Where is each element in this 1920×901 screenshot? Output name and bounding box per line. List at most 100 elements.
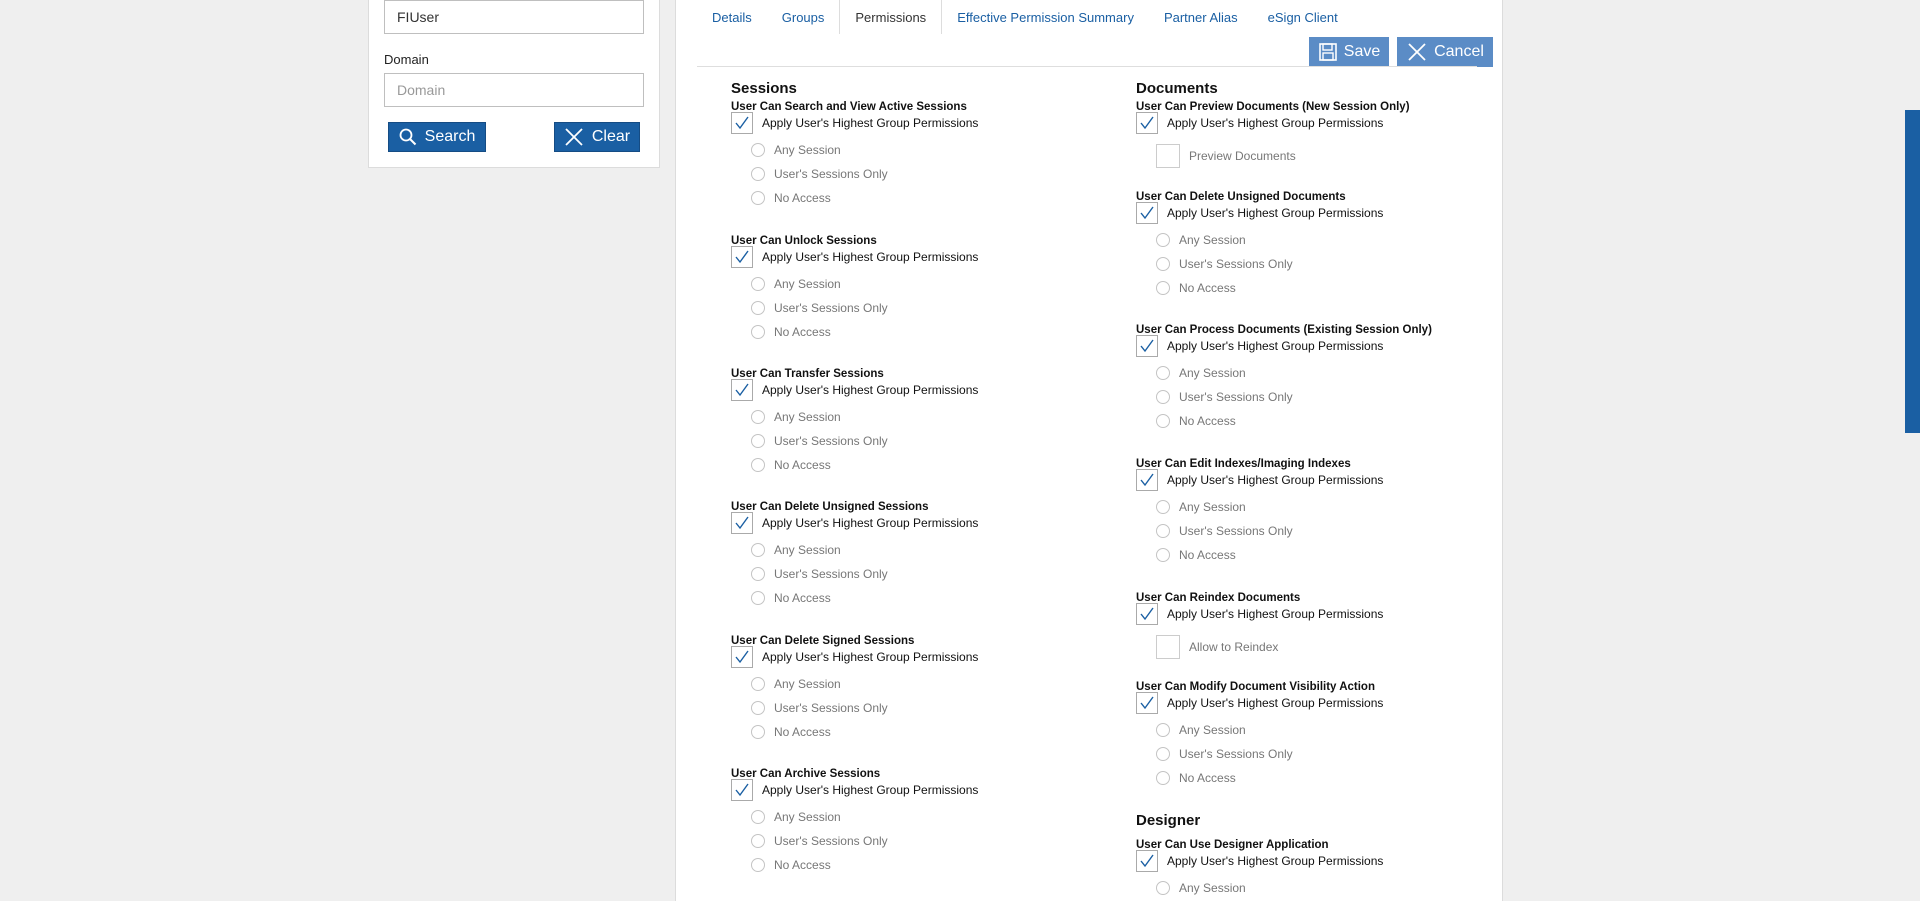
- radio-no-access[interactable]: No Access: [751, 191, 831, 205]
- tab-esign-client[interactable]: eSign Client: [1253, 0, 1353, 34]
- tab-partner-alias[interactable]: Partner Alias: [1149, 0, 1253, 34]
- radio-users-sessions-only[interactable]: User's Sessions Only: [751, 567, 888, 581]
- radio-any-session[interactable]: Any Session: [1156, 500, 1246, 514]
- radio-no-access[interactable]: No Access: [1156, 414, 1236, 428]
- radio-users-sessions-only[interactable]: User's Sessions Only: [1156, 524, 1293, 538]
- radio-button[interactable]: [751, 191, 765, 205]
- checkbox[interactable]: [731, 379, 753, 401]
- checkbox[interactable]: [731, 779, 753, 801]
- tab-groups[interactable]: Groups: [767, 0, 840, 34]
- checkbox[interactable]: [731, 512, 753, 534]
- radio-button[interactable]: [1156, 548, 1170, 562]
- radio-button[interactable]: [1156, 881, 1170, 895]
- checkbox[interactable]: [1136, 112, 1158, 134]
- radio-button[interactable]: [1156, 723, 1170, 737]
- radio-any-session[interactable]: Any Session: [1156, 723, 1246, 737]
- radio-button[interactable]: [751, 858, 765, 872]
- checkbox[interactable]: [1136, 469, 1158, 491]
- radio-any-session[interactable]: Any Session: [751, 277, 841, 291]
- apply-group-permissions-checkbox[interactable]: Apply User's Highest Group Permissions: [731, 646, 978, 668]
- radio-any-session[interactable]: Any Session: [751, 677, 841, 691]
- apply-group-permissions-checkbox[interactable]: Apply User's Highest Group Permissions: [1136, 850, 1383, 872]
- checkbox[interactable]: [1156, 635, 1180, 659]
- radio-button[interactable]: [751, 543, 765, 557]
- checkbox[interactable]: [1136, 335, 1158, 357]
- checkbox[interactable]: [731, 112, 753, 134]
- radio-button[interactable]: [751, 810, 765, 824]
- clear-button[interactable]: Clear: [554, 122, 640, 152]
- radio-button[interactable]: [751, 410, 765, 424]
- checkbox[interactable]: [731, 246, 753, 268]
- username-input[interactable]: [397, 9, 631, 25]
- radio-button[interactable]: [1156, 747, 1170, 761]
- radio-button[interactable]: [751, 701, 765, 715]
- apply-group-permissions-checkbox[interactable]: Apply User's Highest Group Permissions: [731, 779, 978, 801]
- save-button[interactable]: Save: [1309, 37, 1389, 67]
- tab-effective-permission-summary[interactable]: Effective Permission Summary: [942, 0, 1149, 34]
- tab-details[interactable]: Details: [697, 0, 767, 34]
- scrollbar[interactable]: [1905, 110, 1920, 433]
- radio-button[interactable]: [1156, 524, 1170, 538]
- radio-button[interactable]: [751, 834, 765, 848]
- username-field[interactable]: [384, 0, 644, 34]
- apply-group-permissions-checkbox[interactable]: Apply User's Highest Group Permissions: [1136, 692, 1383, 714]
- radio-any-session[interactable]: Any Session: [1156, 366, 1246, 380]
- radio-users-sessions-only[interactable]: User's Sessions Only: [751, 434, 888, 448]
- apply-group-permissions-checkbox[interactable]: Apply User's Highest Group Permissions: [1136, 202, 1383, 224]
- radio-no-access[interactable]: No Access: [751, 325, 831, 339]
- radio-button[interactable]: [1156, 390, 1170, 404]
- domain-input[interactable]: [397, 82, 631, 98]
- radio-button[interactable]: [751, 458, 765, 472]
- radio-users-sessions-only[interactable]: User's Sessions Only: [1156, 257, 1293, 271]
- radio-button[interactable]: [1156, 414, 1170, 428]
- tab-permissions[interactable]: Permissions: [839, 0, 943, 34]
- radio-any-session[interactable]: Any Session: [751, 543, 841, 557]
- radio-any-session[interactable]: Any Session: [751, 143, 841, 157]
- radio-button[interactable]: [1156, 366, 1170, 380]
- radio-button[interactable]: [751, 725, 765, 739]
- cancel-button[interactable]: Cancel: [1397, 37, 1493, 67]
- apply-group-permissions-checkbox[interactable]: Apply User's Highest Group Permissions: [1136, 335, 1383, 357]
- domain-field[interactable]: [384, 73, 644, 107]
- apply-group-permissions-checkbox[interactable]: Apply User's Highest Group Permissions: [731, 112, 978, 134]
- sub-permission-checkbox[interactable]: Preview Documents: [1156, 144, 1296, 168]
- radio-no-access[interactable]: No Access: [1156, 281, 1236, 295]
- radio-users-sessions-only[interactable]: User's Sessions Only: [751, 701, 888, 715]
- radio-button[interactable]: [751, 591, 765, 605]
- radio-users-sessions-only[interactable]: User's Sessions Only: [751, 301, 888, 315]
- radio-button[interactable]: [1156, 771, 1170, 785]
- radio-users-sessions-only[interactable]: User's Sessions Only: [1156, 747, 1293, 761]
- radio-button[interactable]: [1156, 233, 1170, 247]
- radio-button[interactable]: [751, 143, 765, 157]
- checkbox[interactable]: [1156, 144, 1180, 168]
- radio-no-access[interactable]: No Access: [1156, 771, 1236, 785]
- radio-button[interactable]: [1156, 500, 1170, 514]
- apply-group-permissions-checkbox[interactable]: Apply User's Highest Group Permissions: [1136, 469, 1383, 491]
- radio-users-sessions-only[interactable]: User's Sessions Only: [751, 167, 888, 181]
- radio-no-access[interactable]: No Access: [751, 458, 831, 472]
- radio-button[interactable]: [751, 434, 765, 448]
- radio-any-session[interactable]: Any Session: [751, 410, 841, 424]
- radio-any-session[interactable]: Any Session: [1156, 881, 1246, 895]
- checkbox[interactable]: [731, 646, 753, 668]
- radio-button[interactable]: [751, 167, 765, 181]
- radio-no-access[interactable]: No Access: [751, 858, 831, 872]
- apply-group-permissions-checkbox[interactable]: Apply User's Highest Group Permissions: [731, 246, 978, 268]
- radio-button[interactable]: [751, 301, 765, 315]
- radio-no-access[interactable]: No Access: [751, 591, 831, 605]
- radio-any-session[interactable]: Any Session: [1156, 233, 1246, 247]
- radio-button[interactable]: [751, 325, 765, 339]
- checkbox[interactable]: [1136, 202, 1158, 224]
- search-button[interactable]: Search: [388, 122, 486, 152]
- radio-button[interactable]: [751, 567, 765, 581]
- radio-no-access[interactable]: No Access: [751, 725, 831, 739]
- radio-button[interactable]: [1156, 281, 1170, 295]
- radio-users-sessions-only[interactable]: User's Sessions Only: [1156, 390, 1293, 404]
- checkbox[interactable]: [1136, 850, 1158, 872]
- radio-button[interactable]: [751, 277, 765, 291]
- radio-no-access[interactable]: No Access: [1156, 548, 1236, 562]
- apply-group-permissions-checkbox[interactable]: Apply User's Highest Group Permissions: [731, 379, 978, 401]
- radio-button[interactable]: [751, 677, 765, 691]
- apply-group-permissions-checkbox[interactable]: Apply User's Highest Group Permissions: [731, 512, 978, 534]
- radio-button[interactable]: [1156, 257, 1170, 271]
